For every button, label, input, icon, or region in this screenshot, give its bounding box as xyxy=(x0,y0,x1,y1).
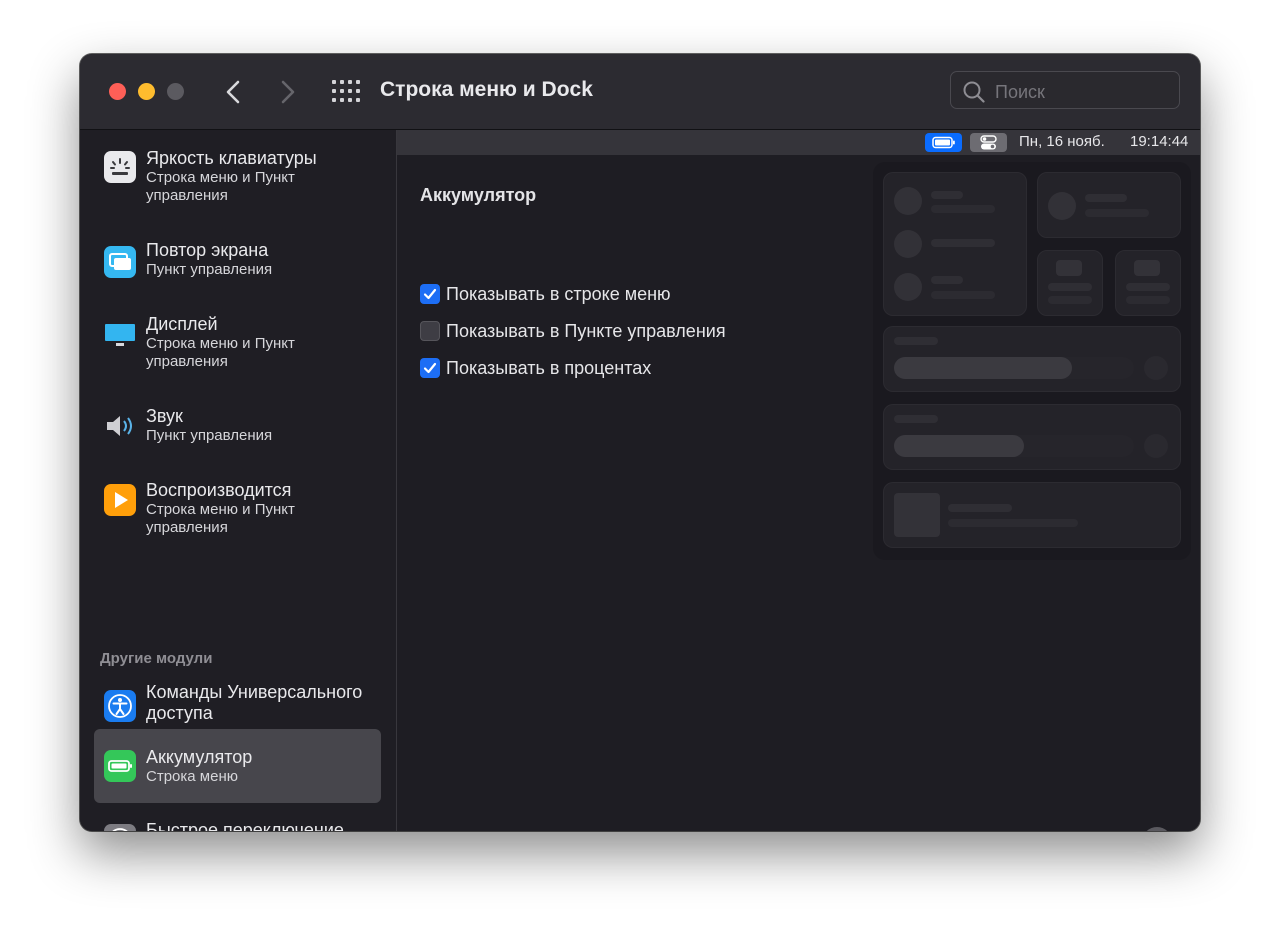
sidebar-item-subtitle: Строка меню xyxy=(146,768,238,785)
menubar-time: 19:14:44 xyxy=(1130,133,1189,150)
checkbox-show-percentage[interactable] xyxy=(420,358,440,378)
chevron-right-icon xyxy=(281,80,295,104)
preferences-window: Строка меню и Dock Яркость к xyxy=(80,54,1200,831)
sidebar-item-title: Дисплей xyxy=(146,314,218,334)
sidebar-item-title: Звук xyxy=(146,406,183,426)
title-bar: Строка меню и Dock xyxy=(80,54,1200,130)
control-center-preview xyxy=(873,162,1191,560)
menubar-control-center-icon xyxy=(970,133,1007,152)
sidebar-item-accessibility-shortcuts[interactable]: Команды Универсального доступа xyxy=(94,676,381,732)
search-input[interactable] xyxy=(993,79,1173,105)
forward-button[interactable] xyxy=(273,76,301,108)
content-pane: Пн, 16 нояб. 19:14:44 Аккумулятор Показы… xyxy=(397,130,1200,831)
help-button[interactable]: ? xyxy=(1142,827,1172,831)
menubar-battery-icon xyxy=(925,133,962,152)
minimize-button[interactable] xyxy=(138,83,155,100)
search-icon xyxy=(963,81,985,103)
preview-panel-top-right xyxy=(1037,172,1181,238)
menubar-date: Пн, 16 нояб. xyxy=(1019,133,1105,150)
sidebar-item-keyboard-brightness[interactable]: Яркость клавиатуры Строка меню и Пункт у… xyxy=(94,142,381,212)
option-label: Показывать в процентах xyxy=(446,358,652,378)
section-title: Аккумулятор xyxy=(420,185,537,205)
sidebar-item-display[interactable]: Дисплей Строка меню и Пункт управления xyxy=(94,308,381,378)
display-icon xyxy=(104,318,136,350)
grid-icon xyxy=(332,80,360,102)
user-switch-icon xyxy=(104,824,136,831)
search-field[interactable] xyxy=(950,71,1180,109)
sidebar-item-subtitle: Строка меню и Пункт управления xyxy=(146,169,295,204)
preview-panel-sound-slider xyxy=(883,404,1181,470)
accessibility-icon xyxy=(104,690,136,722)
sidebar-item-battery[interactable]: Аккумулятор Строка меню xyxy=(94,729,381,803)
menubar-preview: Пн, 16 нояб. 19:14:44 xyxy=(397,130,1200,155)
option-label: Показывать в Пункте управления xyxy=(446,321,726,341)
sidebar-item-title: Аккумулятор xyxy=(146,747,253,767)
preview-panel-now-playing xyxy=(883,482,1181,548)
keyboard-brightness-icon xyxy=(104,151,136,183)
back-button[interactable] xyxy=(220,76,248,108)
sidebar-item-title: Быстрое переключение пользователей xyxy=(146,820,344,831)
preview-panel-display-slider xyxy=(883,326,1181,392)
sidebar-item-sound[interactable]: Звук Пункт управления xyxy=(94,400,381,456)
preview-panel-small-right xyxy=(1115,250,1181,316)
checkmark-icon xyxy=(423,362,437,374)
battery-icon xyxy=(104,750,136,782)
sidebar: Яркость клавиатуры Строка меню и Пункт у… xyxy=(80,130,397,831)
sidebar-item-title: Повтор экрана xyxy=(146,240,269,260)
option-label: Показывать в строке меню xyxy=(446,284,671,304)
checkbox-show-in-control-center[interactable] xyxy=(420,321,440,341)
speaker-icon xyxy=(104,410,136,442)
close-button[interactable] xyxy=(109,83,126,100)
screen-mirroring-icon xyxy=(104,246,136,278)
sidebar-item-now-playing[interactable]: Воспроизводится Строка меню и Пункт упра… xyxy=(94,474,381,544)
checkmark-icon xyxy=(423,288,437,300)
preview-panel-small-left xyxy=(1037,250,1103,316)
sidebar-item-subtitle: Пункт управления xyxy=(146,427,273,444)
sidebar-item-subtitle: Пункт управления xyxy=(146,261,273,278)
sidebar-item-title: Яркость клавиатуры xyxy=(146,148,317,168)
window-title: Строка меню и Dock xyxy=(380,78,593,101)
sidebar-item-fast-user-switching[interactable]: Быстрое переключение пользователей xyxy=(94,814,381,831)
sidebar-item-title: Воспроизводится xyxy=(146,480,292,500)
show-all-button[interactable] xyxy=(332,80,360,102)
now-playing-icon xyxy=(104,484,136,516)
preview-panel-connectivity xyxy=(883,172,1027,316)
sidebar-item-title: Команды Универсального доступа xyxy=(146,682,363,723)
sidebar-item-screen-mirroring[interactable]: Повтор экрана Пункт управления xyxy=(94,234,381,290)
checkbox-show-in-menu-bar[interactable] xyxy=(420,284,440,304)
sidebar-item-subtitle: Строка меню и Пункт управления xyxy=(146,335,295,370)
sidebar-item-subtitle: Строка меню и Пункт управления xyxy=(146,501,295,536)
chevron-left-icon xyxy=(226,80,240,104)
zoom-button[interactable] xyxy=(167,83,184,100)
section-header-other-modules: Другие модули xyxy=(100,650,213,667)
